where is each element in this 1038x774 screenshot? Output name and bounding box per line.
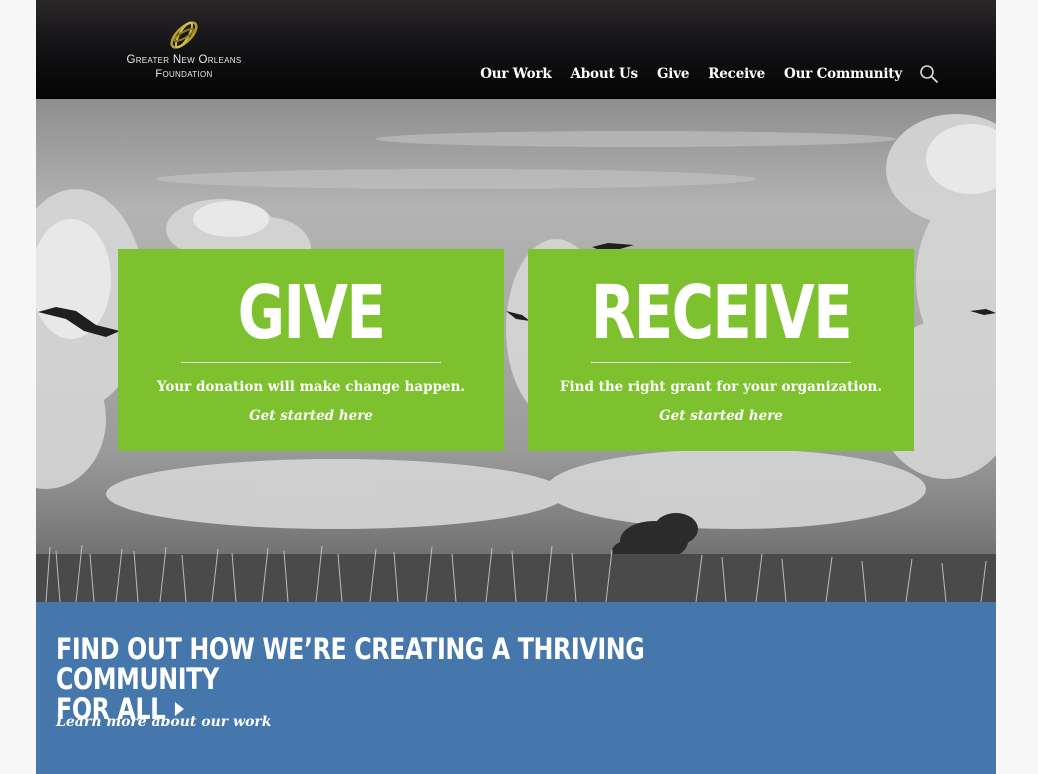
site-logo[interactable]: Greater New Orleans Foundation bbox=[114, 18, 254, 82]
site-header: Greater New Orleans Foundation Our Work … bbox=[36, 0, 996, 99]
nav-our-work[interactable]: Our Work bbox=[480, 66, 552, 82]
banner-heading[interactable]: FIND OUT HOW WE’RE CREATING A THRIVING C… bbox=[56, 634, 696, 724]
receive-get-started-link[interactable]: Get started here bbox=[528, 408, 914, 424]
receive-card-title: RECEIVE bbox=[590, 270, 853, 356]
learn-more-link[interactable]: Learn more about our work bbox=[56, 714, 272, 730]
logo-line-1: Greater New Orleans bbox=[126, 54, 242, 66]
banner-heading-line-1: FIND OUT HOW WE’RE CREATING A THRIVING C… bbox=[56, 632, 645, 696]
give-get-started-link[interactable]: Get started here bbox=[118, 408, 504, 424]
page: Greater New Orleans Foundation Our Work … bbox=[36, 0, 996, 774]
give-card-title: GIVE bbox=[237, 270, 386, 356]
receive-card-divider bbox=[591, 362, 851, 363]
logo-line-2: Foundation bbox=[155, 68, 213, 80]
search-icon bbox=[920, 65, 938, 83]
receive-card-text: Find the right grant for your organizati… bbox=[559, 379, 883, 395]
give-card-text: Your donation will make change happen. bbox=[156, 379, 466, 395]
nav-about-us[interactable]: About Us bbox=[571, 66, 639, 82]
give-card-divider bbox=[181, 362, 441, 363]
gold-swirl-logo-icon bbox=[170, 21, 198, 49]
search-button[interactable] bbox=[919, 64, 939, 84]
nav-our-community[interactable]: Our Community bbox=[784, 66, 902, 82]
nav-receive[interactable]: Receive bbox=[708, 66, 765, 82]
give-card[interactable]: GIVE Your donation will make change happ… bbox=[118, 249, 504, 451]
our-work-banner: FIND OUT HOW WE’RE CREATING A THRIVING C… bbox=[36, 602, 996, 774]
hero-section: GIVE Your donation will make change happ… bbox=[36, 99, 996, 602]
nav-give[interactable]: Give bbox=[657, 66, 689, 82]
receive-card[interactable]: RECEIVE Find the right grant for your or… bbox=[528, 249, 914, 451]
main-nav: Our Work About Us Give Receive Our Commu… bbox=[480, 66, 902, 82]
